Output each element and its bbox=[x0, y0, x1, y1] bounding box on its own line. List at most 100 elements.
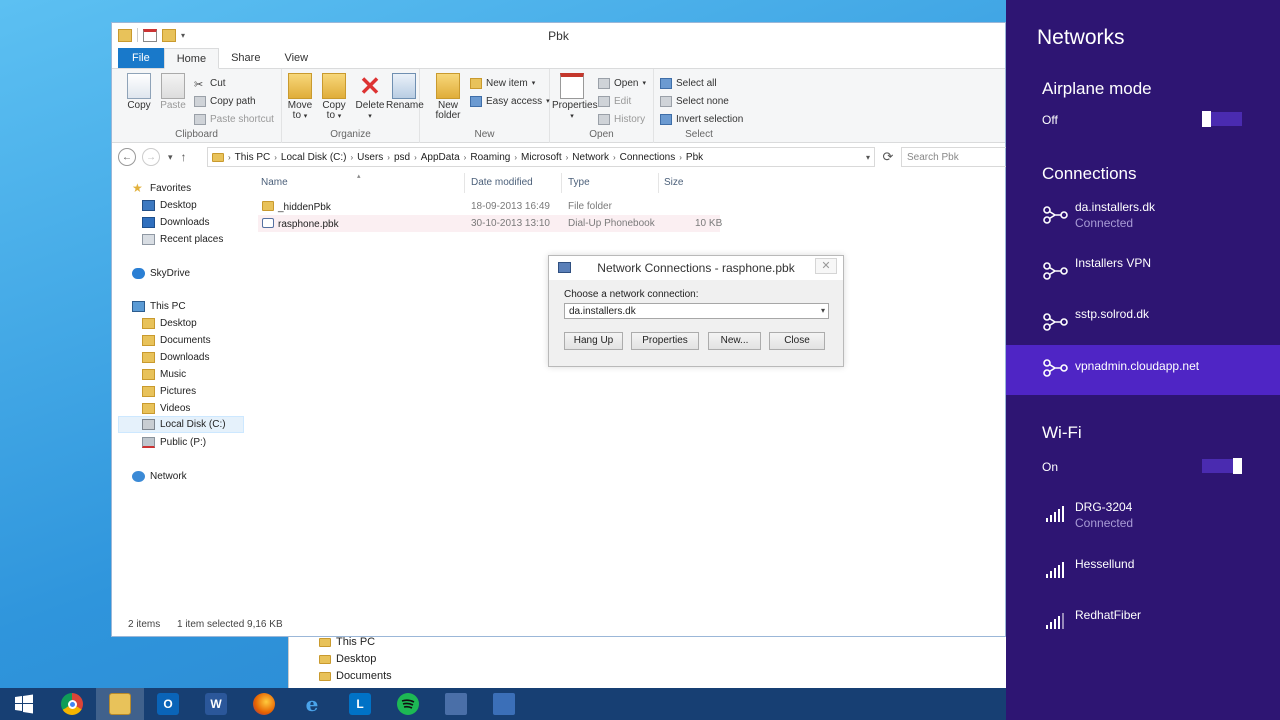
wifi-signal-icon bbox=[1046, 562, 1066, 578]
breadcrumb-label: Roaming bbox=[470, 151, 511, 163]
nav-pc-pictures[interactable]: Pictures bbox=[142, 383, 196, 400]
breadcrumb-segment[interactable]: Pbk bbox=[686, 152, 703, 163]
edit-button[interactable]: Edit bbox=[598, 93, 631, 109]
wifi-toggle[interactable] bbox=[1202, 458, 1242, 474]
tab-home[interactable]: Home bbox=[163, 48, 220, 69]
column-divider[interactable] bbox=[464, 173, 465, 193]
breadcrumb-segment[interactable]: Connections › bbox=[620, 152, 682, 163]
column-date-modified[interactable]: Date modified bbox=[471, 177, 533, 188]
connection-select[interactable]: da.installers.dk ▾ bbox=[564, 303, 829, 319]
tab-file[interactable]: File bbox=[118, 48, 164, 68]
file-row[interactable]: rasphone.pbk 30-10-2013 13:10 Dial-Up Ph… bbox=[258, 215, 722, 232]
column-size[interactable]: Size bbox=[664, 177, 683, 188]
spotify-icon[interactable] bbox=[384, 688, 432, 720]
nav-desktop[interactable]: Desktop bbox=[142, 197, 197, 214]
paste-shortcut-button[interactable]: Paste shortcut bbox=[194, 111, 274, 127]
file-explorer-icon[interactable] bbox=[96, 688, 144, 720]
properties-button[interactable]: Properties bbox=[631, 332, 699, 350]
breadcrumb-segment[interactable]: Roaming › bbox=[470, 152, 517, 163]
invert-selection-button[interactable]: Invert selection bbox=[660, 111, 743, 127]
internet-explorer-icon[interactable]: e bbox=[288, 688, 336, 720]
airplane-mode-toggle[interactable] bbox=[1202, 111, 1242, 127]
breadcrumb-segment[interactable]: Local Disk (C:) › bbox=[281, 152, 353, 163]
new-item-button[interactable]: New item ▾ bbox=[470, 75, 535, 91]
remote-desktop-icon[interactable] bbox=[480, 688, 528, 720]
nav-pc-music[interactable]: Music bbox=[142, 366, 186, 383]
connection-item[interactable]: Installers VPN bbox=[1006, 250, 1280, 300]
new-folder-button[interactable]: New folder bbox=[430, 73, 466, 121]
nav-recent-places[interactable]: Recent places bbox=[142, 231, 223, 248]
paste-label: Paste bbox=[160, 100, 186, 111]
nav-pc-videos[interactable]: Videos bbox=[142, 400, 190, 417]
search-input[interactable]: Search Pbk bbox=[901, 147, 1007, 167]
wifi-network-item[interactable]: RedhatFiber bbox=[1006, 602, 1280, 652]
select-none-button[interactable]: Select none bbox=[660, 93, 729, 109]
connection-item[interactable]: da.installers.dk Connected bbox=[1006, 194, 1280, 244]
breadcrumb-segment[interactable]: Microsoft › bbox=[521, 152, 568, 163]
network-app-icon[interactable] bbox=[432, 688, 480, 720]
tab-share[interactable]: Share bbox=[219, 48, 272, 68]
nav-public-drive[interactable]: Public (P:) bbox=[142, 434, 206, 451]
nav-skydrive[interactable]: SkyDrive bbox=[132, 265, 190, 282]
close-button[interactable]: Close bbox=[769, 332, 825, 350]
column-divider[interactable] bbox=[658, 173, 659, 193]
chevron-right-icon: › bbox=[274, 152, 277, 162]
copy-to-button[interactable]: Copy to ▾ bbox=[316, 73, 352, 122]
delete-button[interactable]: ✕ Delete ▾ bbox=[352, 73, 388, 122]
windows-start-icon[interactable] bbox=[0, 688, 48, 720]
refresh-button[interactable]: ⟳ bbox=[879, 148, 897, 166]
nav-network[interactable]: Network bbox=[132, 468, 187, 485]
new-button[interactable]: New... bbox=[708, 332, 761, 350]
breadcrumb-segment[interactable]: Users › bbox=[357, 152, 390, 163]
history-button[interactable]: History bbox=[598, 111, 645, 127]
nav-pc-desktop[interactable]: Desktop bbox=[142, 315, 197, 332]
group-label: New bbox=[474, 129, 495, 140]
connection-item[interactable]: vpnadmin.cloudapp.net bbox=[1006, 345, 1280, 395]
move-to-button[interactable]: Move to ▾ bbox=[282, 73, 318, 122]
breadcrumb-segment[interactable]: Network › bbox=[572, 152, 615, 163]
recent-locations-button[interactable]: ▾ bbox=[168, 152, 173, 163]
nav-pc-downloads[interactable]: Downloads bbox=[142, 349, 209, 366]
column-name[interactable]: Name bbox=[261, 177, 288, 188]
nav-pc-documents[interactable]: Documents bbox=[142, 332, 211, 349]
hang-up-button[interactable]: Hang Up bbox=[564, 332, 623, 350]
rename-button[interactable]: Rename bbox=[386, 73, 424, 111]
breadcrumb-segment[interactable]: This PC › bbox=[235, 152, 277, 163]
file-row[interactable]: _hiddenPbk 18-09-2013 16:49 File folder bbox=[258, 198, 720, 215]
connection-item[interactable]: sstp.solrod.dk bbox=[1006, 301, 1280, 351]
copy-button[interactable]: Copy bbox=[121, 73, 157, 111]
cut-button[interactable]: ✂ Cut bbox=[194, 75, 226, 91]
easy-access-button[interactable]: Easy access ▾ bbox=[470, 93, 550, 109]
nav-downloads[interactable]: Downloads bbox=[142, 214, 209, 231]
close-icon[interactable]: ✕ bbox=[815, 258, 837, 274]
paste-button[interactable]: Paste bbox=[155, 73, 191, 111]
forward-button[interactable]: → bbox=[142, 148, 160, 166]
column-divider[interactable] bbox=[561, 173, 562, 193]
lync-icon[interactable]: L bbox=[336, 688, 384, 720]
outlook-icon[interactable]: O bbox=[144, 688, 192, 720]
bg-nav-item[interactable]: Desktop bbox=[319, 653, 376, 665]
nav-local-disk[interactable]: Local Disk (C:) bbox=[118, 416, 244, 433]
select-all-button[interactable]: Select all bbox=[660, 75, 717, 91]
address-dropdown-icon[interactable]: ▾ bbox=[866, 153, 870, 162]
nav-favorites[interactable]: ★ Favorites bbox=[132, 180, 191, 197]
column-type[interactable]: Type bbox=[568, 177, 590, 188]
breadcrumb-segment[interactable]: AppData › bbox=[421, 152, 467, 163]
firefox-icon[interactable] bbox=[240, 688, 288, 720]
nav-this-pc[interactable]: This PC bbox=[132, 298, 186, 315]
up-button[interactable]: ↑ bbox=[181, 150, 187, 164]
breadcrumb-segment[interactable]: psd › bbox=[394, 152, 417, 163]
open-button[interactable]: Open ▾ bbox=[598, 75, 646, 91]
address-bar[interactable]: › This PC › Local Disk (C:) › Users › psd › … bbox=[207, 147, 875, 167]
properties-button[interactable]: Properties ▾ bbox=[552, 73, 598, 122]
wifi-network-item[interactable]: DRG-3204 Connected bbox=[1006, 494, 1280, 544]
bg-nav-item[interactable]: Documents bbox=[319, 670, 392, 682]
chrome-icon[interactable] bbox=[48, 688, 96, 720]
word-icon[interactable]: W bbox=[192, 688, 240, 720]
tab-view[interactable]: View bbox=[272, 48, 320, 68]
bg-nav-item[interactable]: This PC bbox=[319, 636, 375, 648]
wifi-network-item[interactable]: Hessellund bbox=[1006, 551, 1280, 601]
back-button[interactable]: ← bbox=[118, 148, 136, 166]
copy-path-button[interactable]: Copy path bbox=[194, 93, 256, 109]
selection-info: 1 item selected 9,16 KB bbox=[177, 619, 283, 630]
